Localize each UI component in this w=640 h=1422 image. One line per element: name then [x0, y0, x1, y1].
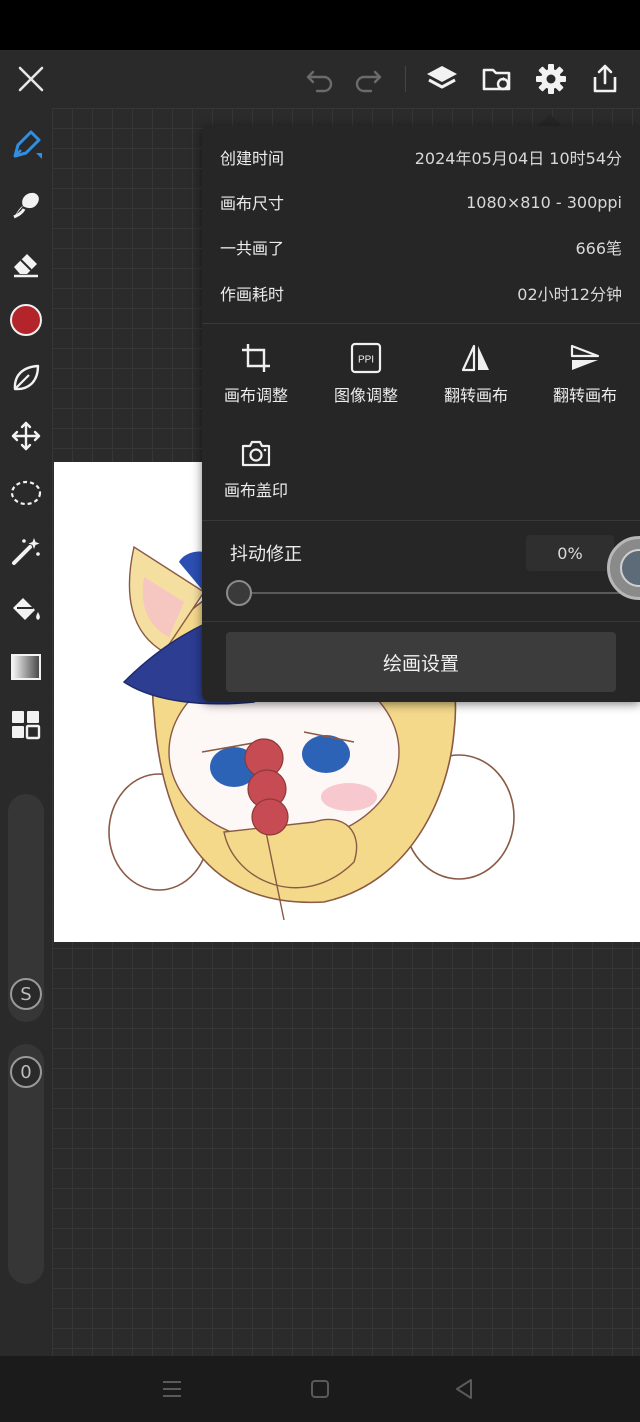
info-label: 创建时间: [220, 149, 285, 168]
redo-icon: [355, 70, 382, 93]
layers-icon: [427, 66, 457, 89]
grid-icon: [12, 711, 41, 740]
action-label: 翻转画布: [443, 386, 508, 405]
stabilizer-slider-track[interactable]: [238, 592, 638, 594]
move-tool-button[interactable]: [0, 411, 52, 461]
action-label: 图像调整: [333, 386, 398, 405]
color-swatch: [10, 304, 42, 336]
undo-icon: [306, 70, 333, 93]
image-adjust-button[interactable]: PPI 图像调整: [312, 342, 420, 422]
stabilizer-slider-thumb[interactable]: [226, 580, 252, 606]
left-toolbar: S 0: [0, 108, 52, 1356]
flip-horizontal-icon: [461, 344, 489, 372]
pen-tool-button[interactable]: [0, 120, 52, 170]
brush-opacity-knob[interactable]: 0: [10, 1056, 42, 1088]
ppi-icon: PPI: [350, 342, 382, 374]
flip-horizontal-button[interactable]: 翻转画布: [422, 342, 530, 422]
move-icon: [11, 421, 41, 451]
brush-size-knob[interactable]: S: [10, 978, 42, 1010]
stabilizer-label: 抖动修正: [230, 544, 302, 565]
divider: [202, 520, 640, 521]
assistant-avatar-icon: [620, 549, 640, 587]
top-toolbar: [0, 50, 640, 108]
fill-bucket-icon: [13, 598, 40, 620]
ppi-icon-text: PPI: [358, 355, 374, 366]
action-label: 画布盖印: [223, 481, 288, 500]
redo-button[interactable]: [344, 50, 392, 108]
status-bar: [0, 0, 640, 50]
info-value: 02小时12分钟: [517, 285, 622, 304]
info-label: 一共画了: [220, 239, 285, 258]
canvas-adjust-button[interactable]: 画布调整: [202, 342, 310, 422]
crop-icon: [242, 344, 270, 372]
divider: [202, 323, 640, 324]
eraser-icon: [14, 254, 38, 278]
settings-button[interactable]: [527, 50, 575, 108]
smudge-icon: [13, 192, 39, 219]
info-row-size: 画布尺寸 1080×810 - 300ppi: [220, 179, 622, 225]
info-label: 作画耗时: [220, 285, 285, 304]
undo-button[interactable]: [296, 50, 344, 108]
close-icon: [18, 66, 44, 92]
info-value: 2024年05月04日 10时54分: [414, 149, 622, 168]
stabilizer-value-field[interactable]: 0%: [526, 535, 614, 571]
back-icon: [456, 1379, 472, 1399]
panel-caret: [538, 114, 562, 126]
info-value: 1080×810 - 300ppi: [466, 192, 622, 212]
magic-wand-icon: [12, 538, 40, 565]
toolbar-divider: [405, 66, 406, 92]
canvas-info-panel: 创建时间 2024年05月04日 10时54分 画布尺寸 1080×810 - …: [202, 126, 640, 702]
home-icon: [311, 1380, 329, 1398]
gradient-icon: [11, 654, 41, 680]
leaf-icon: [13, 364, 40, 391]
info-row-created: 创建时间 2024年05月04日 10时54分: [220, 134, 622, 180]
info-label: 画布尺寸: [220, 194, 285, 213]
info-row-strokes: 一共画了 666笔: [220, 224, 622, 270]
share-button[interactable]: [581, 50, 629, 108]
folder-sync-icon: [482, 68, 511, 91]
camera-icon: [241, 440, 271, 467]
action-label: 画布调整: [223, 386, 288, 405]
gear-icon: [536, 64, 566, 94]
flip-vertical-button[interactable]: 翻转画布: [531, 342, 639, 422]
menu-icon: [163, 1381, 181, 1397]
eraser-tool-button[interactable]: [0, 238, 52, 288]
close-button[interactable]: [7, 50, 55, 108]
folder-button[interactable]: [473, 50, 521, 108]
layers-button[interactable]: [418, 50, 466, 108]
gradient-tool-button[interactable]: [0, 642, 52, 692]
divider: [202, 621, 640, 622]
action-label: 翻转画布: [552, 386, 617, 405]
lasso-icon: [10, 480, 42, 506]
share-icon: [593, 64, 617, 93]
leaf-tool-button[interactable]: [0, 353, 52, 403]
smudge-tool-button[interactable]: [0, 180, 52, 230]
flip-vertical-icon: [570, 344, 600, 370]
system-nav-bar: [0, 1356, 640, 1422]
fill-bucket-button[interactable]: [0, 584, 52, 634]
nav-home-button[interactable]: [300, 1369, 340, 1409]
nav-menu-button[interactable]: [152, 1369, 192, 1409]
pen-icon: [13, 130, 42, 159]
info-value: 666笔: [575, 239, 622, 258]
canvas-stamp-button[interactable]: 画布盖印: [202, 437, 310, 517]
color-button[interactable]: [0, 295, 52, 345]
info-row-duration: 作画耗时 02小时12分钟: [220, 270, 622, 316]
more-tools-button[interactable]: [0, 700, 52, 750]
lasso-tool-button[interactable]: [0, 469, 52, 519]
paint-settings-button[interactable]: 绘画设置: [226, 632, 616, 692]
nav-back-button[interactable]: [444, 1369, 484, 1409]
magic-wand-button[interactable]: [0, 526, 52, 576]
